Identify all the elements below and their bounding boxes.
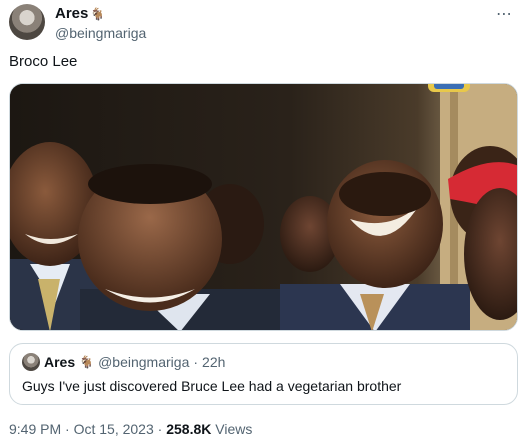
footer-separator: · — [157, 421, 163, 437]
quoted-tweet-text: Guys I've just discovered Bruce Lee had … — [22, 378, 402, 394]
author-avatar[interactable] — [9, 4, 45, 40]
quoted-separator: · — [193, 354, 199, 370]
author-handle[interactable]: @beingmariga — [55, 24, 146, 42]
tweet-date[interactable]: Oct 15, 2023 — [74, 421, 154, 437]
author-display-name-text: Ares — [55, 5, 89, 22]
tweet-footer: 9:49 PM · Oct 15, 2023 · 258.8K Views — [9, 421, 252, 437]
footer-separator: · — [65, 421, 70, 437]
tweet-media-photo[interactable] — [9, 83, 518, 331]
tweet-card: Ares 🐐 @beingmariga ⋯ Broco Lee Ares 🐐 @… — [0, 0, 531, 446]
quoted-tweet-card[interactable]: Ares 🐐 @beingmariga · 22h Guys I've just… — [9, 343, 518, 405]
tweet-text: Broco Lee — [9, 53, 78, 70]
quoted-tweet-header: Ares 🐐 @beingmariga · 22h — [22, 353, 225, 371]
more-options-icon[interactable]: ⋯ — [496, 4, 513, 24]
quoted-tweet-age[interactable]: 22h — [202, 354, 225, 370]
views-count: 258.8K — [166, 421, 212, 437]
tweet-header: Ares 🐐 @beingmariga ⋯ — [9, 4, 521, 42]
views-label: Views — [215, 421, 253, 437]
goat-icon: 🐐 — [90, 7, 106, 21]
photo-laughing-men — [10, 84, 517, 330]
author-display-name[interactable]: Ares 🐐 — [55, 5, 146, 23]
quoted-author-handle[interactable]: @beingmariga — [98, 354, 189, 370]
quoted-author-avatar[interactable] — [22, 353, 40, 371]
tweet-time[interactable]: 9:49 PM — [9, 421, 61, 437]
author-names: Ares 🐐 @beingmariga — [55, 5, 146, 42]
goat-icon: 🐐 — [79, 355, 95, 369]
quoted-author-display-name[interactable]: Ares — [44, 354, 75, 370]
